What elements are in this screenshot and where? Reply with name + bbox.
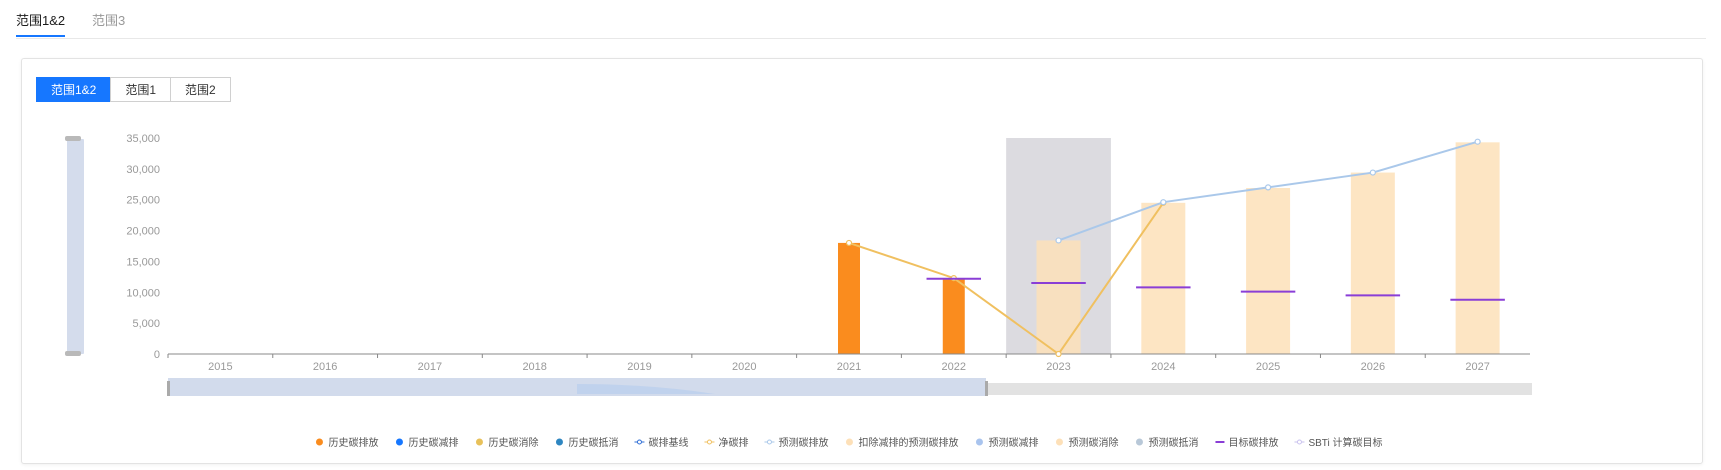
legend-marker [1055,438,1063,446]
legend-label: 历史碳减排 [408,436,458,449]
legend-marker [636,439,642,445]
legend-marker [315,438,323,446]
legend-label: 历史碳排放 [328,436,378,449]
y-tick-label: 10,000 [126,287,160,299]
y-tick-label: 25,000 [126,195,160,207]
legend-label: 预测碳抵消 [1148,436,1198,449]
bar [942,278,965,354]
y-tick-label: 5,000 [132,318,160,330]
vertical-slider-bottom-handle[interactable] [65,351,81,356]
x-tick-label: 2017 [418,361,442,373]
legend-label: 碳排基线 [648,436,688,449]
x-tick-label: 2021 [837,361,861,373]
y-tick-label: 0 [154,349,160,361]
bar [837,242,861,354]
legend-label: 扣除减排的预测碳排放 [858,436,958,449]
horizontal-slider-right-handle[interactable] [985,381,988,396]
data-point [1160,199,1167,206]
legend-marker [475,438,483,446]
x-tick-label: 2015 [208,361,232,373]
data-point [1055,350,1062,358]
legend-marker [766,439,772,445]
legend-marker [975,438,983,446]
x-tick-label: 2016 [313,361,337,373]
legend-marker [1296,439,1302,445]
y-tick-label: 35,000 [126,133,160,145]
carbon-emissions-chart: 35,000 30,000 25,000 20,000 15,000 10,000 5,00… [65,133,1532,449]
x-tick-label: 2027 [1465,361,1489,373]
horizontal-slider-left-handle[interactable] [167,381,170,396]
x-tick-label: 2019 [627,361,651,373]
bar [1246,187,1291,354]
data-point [845,239,853,247]
legend-marker [555,438,563,446]
x-tick-label: 2023 [1046,361,1070,373]
y-tick-label: 15,000 [126,256,160,268]
x-tick-label: 2018 [522,361,546,373]
vertical-zoom-slider[interactable] [65,136,84,356]
x-tick-label: 2025 [1256,361,1280,373]
legend-label: SBTi 计算碳目标 [1308,436,1382,449]
x-tick-label: 2024 [1151,361,1175,373]
legend-marker [845,438,853,446]
bar [1036,240,1081,354]
data-point [1474,138,1481,145]
legend-label: 目标碳排放 [1228,436,1278,449]
x-tick-label: 2026 [1361,361,1385,373]
legend-marker [395,438,403,446]
legend-label: 预测碳消除 [1068,436,1118,449]
legend-marker [706,439,712,445]
legend-label: 历史碳抵消 [568,436,618,449]
legend-label: 预测碳减排 [988,436,1038,449]
data-point [1055,237,1062,244]
x-tick-label: 2020 [732,361,756,373]
horizontal-zoom-slider[interactable] [167,378,1532,396]
legend-label: 净碳排 [718,436,748,449]
y-tick-label: 30,000 [126,164,160,176]
legend-label: 预测碳排放 [778,436,828,449]
legend-marker [1135,438,1143,446]
chart-legend: 历史碳排放 历史碳减排 历史碳消除 历史碳抵消 碳排基线 净碳排 预测碳排放 扣除减排的预测碳… [315,436,1383,449]
legend-label: 历史碳消除 [488,436,538,449]
bar [1350,172,1395,354]
data-point [1369,169,1376,176]
x-tick-label: 2022 [942,361,966,373]
vertical-slider-top-handle[interactable] [65,136,81,141]
y-tick-label: 20,000 [126,226,160,238]
data-point [1264,184,1272,191]
bar [1455,142,1500,354]
